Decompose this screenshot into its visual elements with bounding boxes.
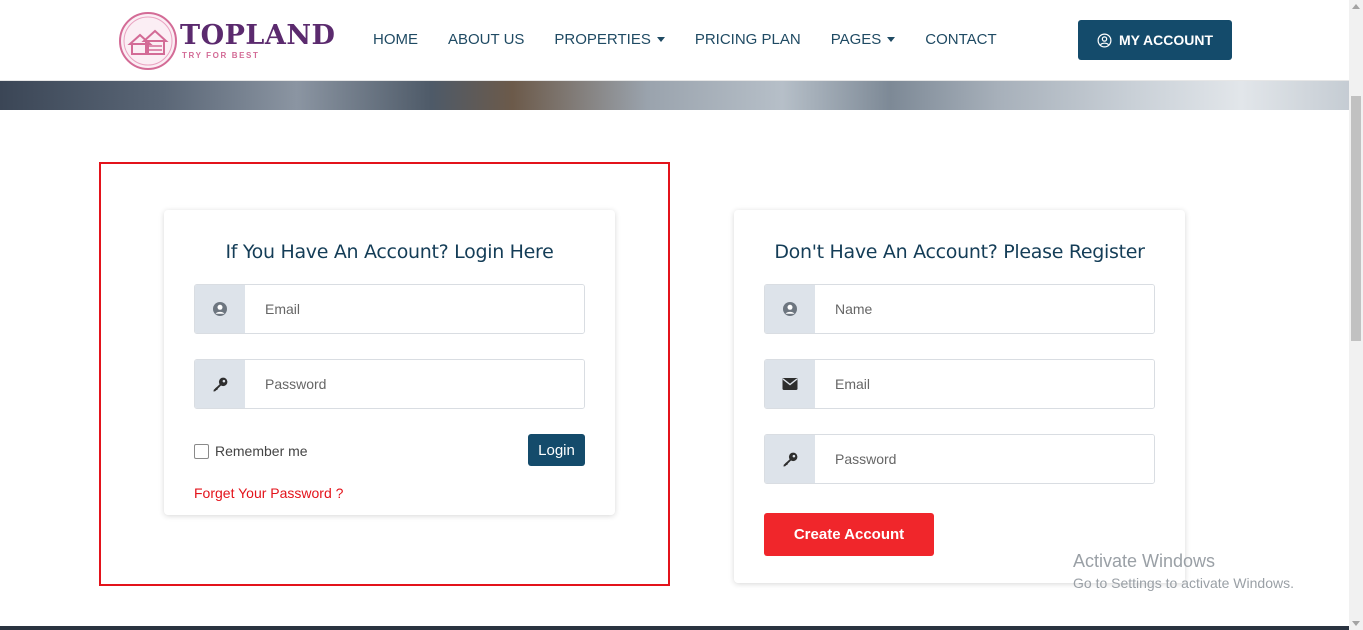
register-name-input[interactable]: [815, 285, 1154, 333]
login-email-field: [194, 284, 585, 334]
create-account-button[interactable]: Create Account: [764, 513, 934, 556]
login-title: If You Have An Account? Login Here: [225, 241, 554, 263]
brand-tagline: TRY FOR BEST: [182, 51, 260, 60]
remember-checkbox[interactable]: [194, 443, 209, 459]
register-title: Don't Have An Account? Please Register: [774, 241, 1145, 263]
key-icon: [195, 360, 245, 408]
login-password-field: [194, 359, 585, 409]
login-password-input[interactable]: [245, 360, 584, 408]
brand-logo[interactable]: TOPLAND TRY FOR BEST: [118, 11, 335, 71]
user-circle-icon: [195, 285, 245, 333]
caret-down-icon: [887, 37, 896, 42]
key-icon: [765, 435, 815, 483]
register-email-field: [764, 359, 1155, 409]
watermark-title: Activate Windows: [1073, 551, 1216, 571]
nav-home[interactable]: HOME: [373, 31, 418, 48]
login-card: If You Have An Account? Login Here Remem…: [164, 210, 615, 515]
caret-down-icon: [656, 37, 665, 42]
my-account-button[interactable]: MY ACCOUNT: [1078, 20, 1232, 60]
register-password-input[interactable]: [815, 435, 1154, 483]
my-account-label: MY ACCOUNT: [1118, 32, 1214, 48]
nav-contact-label: CONTACT: [925, 31, 997, 48]
page-scrollbar[interactable]: [1349, 0, 1363, 630]
envelope-icon: [765, 360, 815, 408]
remember-label: Remember me: [215, 443, 308, 459]
scroll-up-icon[interactable]: [1352, 4, 1360, 9]
nav-about-us-label: ABOUT US: [448, 31, 525, 48]
register-password-field: [764, 434, 1155, 484]
main-nav: HOME ABOUT US PROPERTIES PRICING PLAN PA…: [373, 31, 1027, 48]
brand-name: TOPLAND: [180, 20, 336, 51]
site-header: TOPLAND TRY FOR BEST HOME ABOUT US PROPE…: [0, 0, 1349, 81]
nav-properties[interactable]: PROPERTIES: [554, 31, 665, 48]
nav-about-us[interactable]: ABOUT US: [448, 31, 524, 48]
watermark-subtitle: Go to Settings to activate Windows.: [1073, 575, 1294, 591]
login-button[interactable]: Login: [528, 434, 585, 466]
register-name-field: [764, 284, 1155, 334]
scroll-thumb[interactable]: [1351, 96, 1361, 341]
windows-activation-watermark: Activate Windows Go to Settings to activ…: [1073, 551, 1294, 591]
nav-properties-label: PROPERTIES: [554, 31, 651, 48]
nav-pages[interactable]: PAGES: [831, 31, 896, 48]
user-outline-icon: [1097, 33, 1112, 47]
nav-pages-label: PAGES: [830, 31, 882, 48]
nav-contact[interactable]: CONTACT: [925, 31, 996, 48]
nav-pricing-plan[interactable]: PRICING PLAN: [695, 31, 801, 48]
nav-pricing-plan-label: PRICING PLAN: [694, 31, 801, 48]
register-email-input[interactable]: [815, 360, 1154, 408]
user-circle-icon: [765, 285, 815, 333]
register-card: Don't Have An Account? Please Register N…: [734, 210, 1185, 583]
footer-edge: [0, 626, 1349, 630]
forgot-password-link[interactable]: Forget Your Password ?: [194, 485, 343, 501]
house-logo-icon: [119, 12, 177, 70]
hero-banner-strip: [0, 80, 1349, 110]
nav-home-label: HOME: [373, 31, 418, 48]
remember-me[interactable]: Remember me: [194, 443, 308, 459]
scroll-down-icon[interactable]: [1352, 621, 1360, 626]
login-email-input[interactable]: [245, 285, 584, 333]
